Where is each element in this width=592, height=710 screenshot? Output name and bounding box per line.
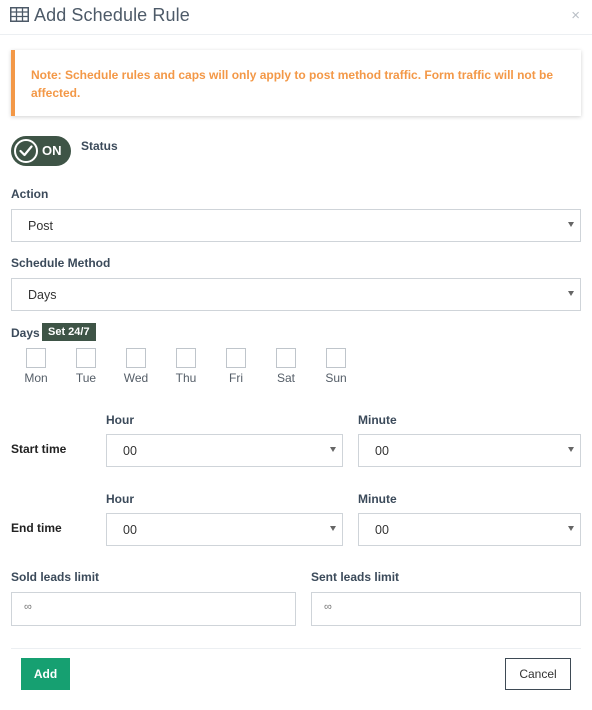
- days-label: Days: [11, 326, 40, 340]
- day-checkbox-tue[interactable]: [76, 348, 96, 368]
- day-label-fri: Fri: [229, 371, 243, 385]
- sent-leads-limit-label: Sent leads limit: [311, 570, 400, 584]
- day-checkbox-sun[interactable]: [326, 348, 346, 368]
- start-hour-value: 00: [123, 444, 137, 458]
- day-wed: Wed: [116, 348, 156, 385]
- day-checkbox-mon[interactable]: [26, 348, 46, 368]
- end-minute-value: 00: [375, 523, 389, 537]
- end-hour-select[interactable]: 00: [106, 513, 343, 546]
- set-24-7-button[interactable]: Set 24/7: [42, 323, 96, 341]
- end-time-label: End time: [11, 521, 62, 535]
- day-label-tue: Tue: [75, 371, 97, 385]
- start-time-label: Start time: [11, 442, 67, 456]
- start-hour-select[interactable]: 00: [106, 434, 343, 467]
- schedule-method-select[interactable]: Days: [11, 278, 581, 311]
- add-button[interactable]: Add: [21, 658, 70, 690]
- chevron-down-icon: [330, 447, 336, 452]
- action-select-value: Post: [28, 219, 54, 233]
- modal-title: Add Schedule Rule: [34, 5, 190, 25]
- action-label: Action: [11, 187, 49, 201]
- day-thu: Thu: [166, 348, 206, 385]
- day-sun: Sun: [316, 348, 356, 385]
- footer-divider: [11, 648, 581, 649]
- sold-leads-limit-input[interactable]: ∞: [11, 592, 296, 626]
- schedule-method-value: Days: [28, 288, 57, 302]
- day-checkbox-fri[interactable]: [226, 348, 246, 368]
- status-toggle[interactable]: ON: [11, 136, 71, 166]
- close-icon[interactable]: ×: [571, 8, 580, 23]
- start-minute-select[interactable]: 00: [358, 434, 581, 467]
- cancel-button[interactable]: Cancel: [505, 658, 571, 690]
- day-label-sat: Sat: [276, 371, 295, 385]
- start-hour-label: Hour: [106, 413, 134, 427]
- start-minute-value: 00: [375, 444, 389, 458]
- note-alert: Note: Schedule rules and caps will only …: [11, 50, 581, 116]
- chevron-down-icon: [330, 526, 336, 531]
- sold-leads-limit-label: Sold leads limit: [11, 570, 100, 584]
- sent-leads-limit-input[interactable]: ∞: [311, 592, 581, 626]
- status-label: Status: [81, 139, 118, 153]
- end-minute-label: Minute: [358, 492, 397, 506]
- check-circle-icon: [14, 139, 38, 163]
- sent-leads-limit-placeholder: ∞: [324, 601, 332, 613]
- chevron-down-icon: [568, 447, 574, 452]
- day-checkbox-wed[interactable]: [126, 348, 146, 368]
- day-checkbox-thu[interactable]: [176, 348, 196, 368]
- end-minute-select[interactable]: 00: [358, 513, 581, 546]
- day-label-thu: Thu: [175, 371, 197, 385]
- sold-leads-limit-placeholder: ∞: [24, 601, 32, 613]
- schedule-method-label: Schedule Method: [11, 256, 111, 270]
- end-hour-value: 00: [123, 523, 137, 537]
- day-checkbox-sat[interactable]: [276, 348, 296, 368]
- toggle-on-text: ON: [42, 143, 62, 158]
- day-sat: Sat: [266, 348, 306, 385]
- day-label-wed: Wed: [123, 371, 149, 385]
- action-select[interactable]: Post: [11, 209, 581, 242]
- chevron-down-icon: [568, 291, 574, 296]
- chevron-down-icon: [568, 222, 574, 227]
- table-grid-icon: [10, 7, 29, 22]
- day-tue: Tue: [66, 348, 106, 385]
- day-label-mon: Mon: [24, 371, 48, 385]
- end-hour-label: Hour: [106, 492, 134, 506]
- day-label-sun: Sun: [325, 371, 347, 385]
- modal-header: Add Schedule Rule ×: [0, 0, 592, 35]
- day-mon: Mon: [16, 348, 56, 385]
- day-fri: Fri: [216, 348, 256, 385]
- chevron-down-icon: [568, 526, 574, 531]
- start-minute-label: Minute: [358, 413, 397, 427]
